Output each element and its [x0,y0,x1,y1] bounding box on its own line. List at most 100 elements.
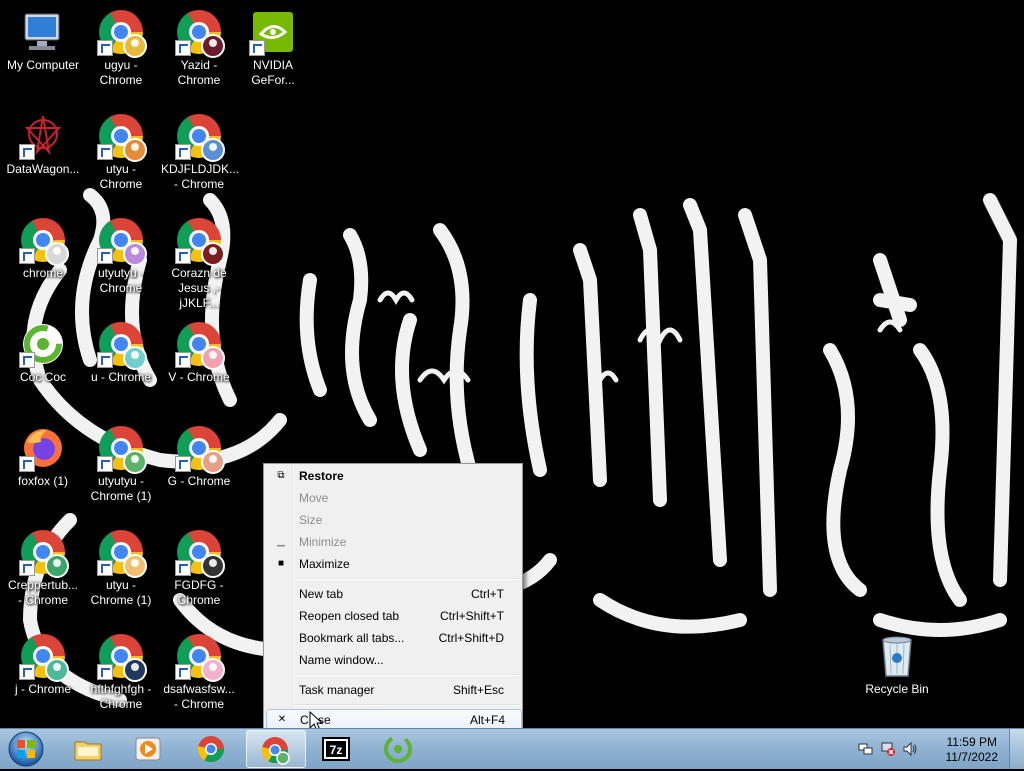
menu-item-restore[interactable]: ⧉ Restore [266,465,520,487]
desktop-icon[interactable]: j - Chrome [3,632,83,697]
network-error-icon[interactable] [880,741,896,757]
desktop-icon[interactable]: Yazid - Chrome [159,8,239,88]
desktop-icon[interactable]: dsafwasfsw... - Chrome [159,632,239,712]
menu-separator [295,704,519,706]
desktop-icon[interactable]: hfthfghfgh - Chrome [81,632,161,712]
desktop-icon[interactable]: utyutyu - Chrome (1) [81,424,161,504]
profile-avatar-icon [123,34,147,58]
menu-item-new-tab[interactable]: New tab Ctrl+T [266,583,520,605]
show-desktop-button[interactable] [1009,729,1024,769]
profile-avatar-icon [201,450,225,474]
desktop-icon-label: Coc Coc [19,370,66,384]
shortcut-arrow-icon [97,248,113,264]
menu-item-shortcut: Alt+F4 [469,713,505,727]
chrome-profile-icon [261,737,290,765]
svg-text:7z: 7z [330,743,343,757]
shortcut-arrow-icon [97,456,113,472]
restore-icon: ⧉ [277,470,285,481]
desktop-icon[interactable]: KDJFLDJDK... - Chrome [159,112,239,192]
desktop-icon-label: ugyu - Chrome [99,58,143,87]
taskbar-button-chrome-profile[interactable] [246,730,306,768]
desktop-icon-label: dsafwasfsw... - Chrome [163,682,235,711]
shortcut-arrow-icon [19,664,35,680]
minimize-icon: ▁ [277,536,285,547]
profile-avatar-icon [201,34,225,58]
profile-avatar-icon [123,658,147,682]
clock[interactable]: 11:59 PM 11/7/2022 [946,735,999,765]
computer-icon [24,13,60,50]
desktop-icon[interactable]: My Computer [3,8,83,73]
menu-item-label: Task manager [299,683,375,697]
desktop-icon[interactable]: Coc Coc [3,320,83,385]
profile-avatar-icon [123,450,147,474]
shortcut-arrow-icon [175,248,191,264]
taskbar-button-chrome[interactable] [183,730,241,766]
menu-item-task-manager[interactable]: Task manager Shift+Esc [266,679,520,701]
menu-item-shortcut: Ctrl+Shift+T [439,609,504,623]
menu-item-close[interactable]: ✕CloseAlt+F4 [266,709,522,728]
desktop[interactable]: My Computer ugyu - Chrome Yazid - Chrome… [0,0,1024,728]
desktop-icon-label: DataWagon... [6,162,80,176]
shortcut-arrow-icon [97,352,113,368]
desktop-icon[interactable]: FGDFG - Chrome [159,528,239,608]
desktop-icon[interactable]: DataWagon... [3,112,83,177]
menu-item-label: Size [299,513,323,527]
shortcut-arrow-icon [97,144,113,160]
shortcut-arrow-icon [97,40,113,56]
taskbar-button-coccoc[interactable] [370,730,428,766]
desktop-icon-label: FGDFG - Chrome [174,578,224,607]
shortcut-arrow-icon [97,560,113,576]
desktop-icon[interactable]: V - Chrome [159,320,239,385]
taskbar-button-windows-explorer[interactable] [60,730,118,766]
shortcut-arrow-icon [19,560,35,576]
desktop-icon[interactable]: Creppertub... - Chrome [3,528,83,608]
desktop-icon-label: Recycle Bin [865,682,929,696]
desktop-icon[interactable]: Corazn de Jesus ,-jJKLF... [159,216,239,311]
menu-item-size: Size [266,509,520,531]
desktop-icon[interactable]: utyutyu - Chrome [81,216,161,296]
menu-item-maximize[interactable]: ■ Maximize [266,553,520,575]
mouse-cursor-icon [309,711,324,728]
desktop-icon[interactable]: G - Chrome [159,424,239,489]
system-tray: 11:59 PM 11/7/2022 [854,729,1024,769]
shortcut-arrow-icon [19,352,35,368]
shortcut-arrow-icon [175,352,191,368]
desktop-icon[interactable]: utyu - Chrome (1) [81,528,161,608]
menu-item-bookmark-all-tabs[interactable]: Bookmark all tabs... Ctrl+Shift+D [266,627,520,649]
maximize-icon: ■ [277,558,285,569]
desktop-icon-label: utyu - Chrome (1) [90,578,152,607]
profile-avatar-icon [201,242,225,266]
desktop-icon[interactable]: foxfox (1) [3,424,83,489]
menu-item-label: Name window... [299,653,384,667]
desktop-icon-label: V - Chrome [168,370,230,384]
action-center-icon[interactable] [858,741,874,757]
desktop-icon[interactable]: utyu - Chrome [81,112,161,192]
shortcut-arrow-icon [175,40,191,56]
menu-item-label: Minimize [299,535,347,549]
start-button[interactable] [4,730,48,768]
profile-avatar-icon [123,242,147,266]
shortcut-arrow-icon [175,664,191,680]
taskbar-button-7zip[interactable]: 7z [308,730,366,766]
menu-item-name-window[interactable]: Name window... [266,649,520,671]
desktop-icon[interactable]: NVIDIA GeFor... [233,8,313,88]
menu-item-move: Move [266,487,520,509]
volume-icon[interactable] [902,741,918,757]
profile-avatar-icon [201,658,225,682]
menu-item-label: Bookmark all tabs... [299,631,405,645]
desktop-icon[interactable]: ugyu - Chrome [81,8,161,88]
desktop-icon-label: hfthfghfgh - Chrome [90,682,152,711]
desktop-icon-label: j - Chrome [14,682,71,696]
profile-avatar-icon [201,138,225,162]
taskbar-button-media-player[interactable] [120,730,178,766]
desktop-icon-label: Creppertub... - Chrome [7,578,79,607]
desktop-icon[interactable]: chrome [3,216,83,281]
desktop-icon[interactable]: u - Chrome [81,320,161,385]
desktop-icon-label: utyu - Chrome [99,162,143,191]
shortcut-arrow-icon [249,40,265,56]
menu-item-minimize: ▁ Minimize [266,531,520,553]
menu-item-shortcut: Ctrl+Shift+D [438,631,504,645]
menu-item-reopen-closed-tab[interactable]: Reopen closed tab Ctrl+Shift+T [266,605,520,627]
desktop-icon[interactable]: Recycle Bin [857,632,937,697]
clock-time: 11:59 PM [946,735,997,749]
